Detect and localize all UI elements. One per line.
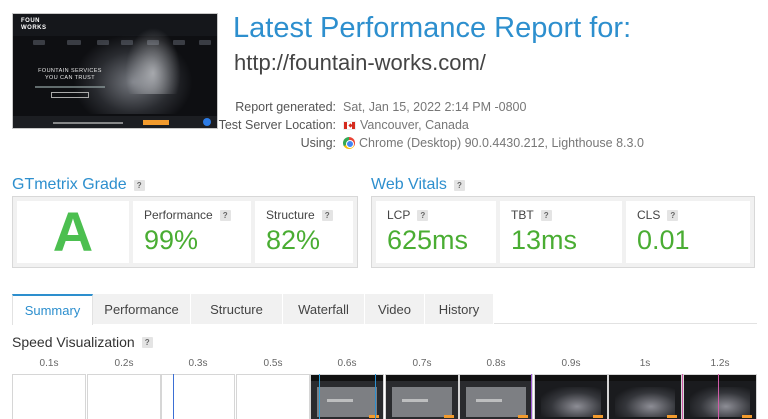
report-tabs: Summary Performance Structure Waterfall … bbox=[12, 294, 757, 325]
using-label: Using: bbox=[300, 136, 336, 150]
using-value: Chrome (Desktop) 90.0.4430.212, Lighthou… bbox=[359, 136, 644, 150]
chrome-icon bbox=[343, 137, 355, 149]
help-icon[interactable]: ? bbox=[453, 179, 465, 191]
speed-visualization-filmstrip: 0.1s 0.2s 0.3s 0.5s 0.6s 0.7s 0.8s 0.9s … bbox=[12, 358, 757, 419]
help-icon[interactable]: ? bbox=[667, 209, 679, 221]
tab-history[interactable]: History bbox=[425, 294, 494, 324]
server-location-label: Test Server Location: bbox=[218, 118, 336, 132]
grade-letter: A bbox=[17, 201, 129, 263]
canada-flag-icon bbox=[343, 120, 356, 130]
filmstrip-frame[interactable]: 0.8s bbox=[459, 358, 533, 419]
report-generated-value: Sat, Jan 15, 2022 2:14 PM -0800 bbox=[343, 100, 527, 114]
filmstrip-frame[interactable]: 0.9s bbox=[534, 358, 608, 419]
page-screenshot-thumbnail[interactable]: FOUN WORKS FOUNTAIN SERVICES YOU CAN TRUST bbox=[12, 13, 218, 129]
filmstrip-frame[interactable]: 1s bbox=[608, 358, 682, 419]
help-icon[interactable]: ? bbox=[141, 336, 153, 348]
help-icon[interactable]: ? bbox=[417, 209, 429, 221]
cls-metric: CLS ? 0.01 bbox=[626, 201, 750, 263]
filmstrip-frame[interactable]: 0.1s bbox=[12, 358, 86, 419]
gtmetrix-grade-heading: GTmetrix Grade ? bbox=[12, 176, 145, 194]
report-meta: Report generated: Sat, Jan 15, 2022 2:14… bbox=[200, 98, 760, 152]
structure-score: Structure ? 82% bbox=[255, 201, 353, 263]
tab-performance[interactable]: Performance bbox=[93, 294, 191, 324]
web-vitals-panel: LCP ? 625ms TBT ? 13ms CLS ? 0.01 bbox=[371, 196, 755, 268]
tbt-metric: TBT ? 13ms bbox=[500, 201, 622, 263]
speed-visualization-heading: Speed Visualization ? bbox=[12, 334, 153, 350]
gtmetrix-grade-panel: A Performance ? 99% Structure ? 82% bbox=[12, 196, 358, 268]
lcp-metric: LCP ? 625ms bbox=[376, 201, 496, 263]
tab-video[interactable]: Video bbox=[365, 294, 425, 324]
contentful-paint-marker bbox=[319, 374, 320, 419]
filmstrip-frame[interactable]: 0.6s bbox=[310, 358, 384, 419]
thumbnail-hero-text: FOUNTAIN SERVICES YOU CAN TRUST bbox=[38, 68, 102, 81]
thumbnail-logo: FOUN WORKS bbox=[21, 18, 47, 31]
report-url[interactable]: http://fountain-works.com/ bbox=[234, 50, 486, 76]
tab-structure[interactable]: Structure bbox=[191, 294, 283, 324]
help-icon[interactable]: ? bbox=[540, 209, 552, 221]
report-title: Latest Performance Report for: bbox=[233, 12, 632, 44]
filmstrip-frame[interactable]: 0.7s bbox=[385, 358, 459, 419]
filmstrip-frame[interactable]: 1.2s bbox=[683, 358, 757, 419]
filmstrip-frame[interactable]: 0.5s bbox=[236, 358, 310, 419]
largest-paint-marker bbox=[375, 374, 376, 419]
filmstrip-frame[interactable]: 0.2s bbox=[87, 358, 161, 419]
fully-loaded-marker bbox=[718, 374, 719, 419]
onload-marker bbox=[682, 374, 683, 419]
help-icon[interactable]: ? bbox=[321, 209, 333, 221]
help-icon[interactable]: ? bbox=[133, 179, 145, 191]
report-generated-label: Report generated: bbox=[235, 100, 336, 114]
first-paint-marker bbox=[173, 374, 174, 419]
web-vitals-heading: Web Vitals ? bbox=[371, 176, 465, 194]
tab-summary[interactable]: Summary bbox=[12, 294, 93, 325]
performance-score: Performance ? 99% bbox=[133, 201, 251, 263]
help-icon[interactable]: ? bbox=[219, 209, 231, 221]
visual-complete-marker bbox=[531, 374, 532, 419]
server-location-value: Vancouver, Canada bbox=[360, 118, 469, 132]
tab-waterfall[interactable]: Waterfall bbox=[283, 294, 365, 324]
